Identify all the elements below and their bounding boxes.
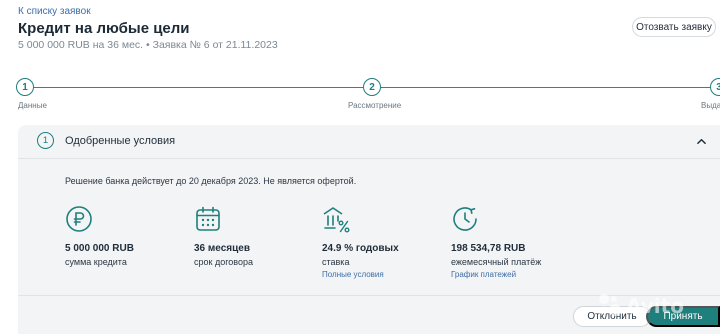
metric-term: 36 месяцев срок договора <box>194 205 253 267</box>
svg-text:Avito: Avito <box>626 294 684 318</box>
monthly-payment-value: 198 534,78 RUB <box>451 243 526 254</box>
payment-schedule-link[interactable]: График платежей <box>451 270 516 279</box>
metric-rate: 24.9 % годовых ставка Полные условия <box>322 205 399 279</box>
full-conditions-link[interactable]: Полные условия <box>322 270 384 279</box>
rate-caption: ставка <box>322 257 350 267</box>
step-connector <box>380 87 710 88</box>
progress-stepper: 1 Данные 2 Рассмотрение 3 Выда <box>0 78 720 110</box>
step-1-label: Данные <box>18 101 47 110</box>
step-3-circle: 3 <box>710 78 720 96</box>
step-connector <box>28 87 363 88</box>
term-caption: срок договора <box>194 257 253 267</box>
decision-notice: Решение банка действует до 20 декабря 20… <box>65 176 357 186</box>
rate-value: 24.9 % годовых <box>322 243 399 254</box>
application-subtitle: 5 000 000 RUB на 36 мес. • Заявка № 6 от… <box>18 39 278 51</box>
metric-monthly-payment: 198 534,78 RUB ежемесячный платёж График… <box>451 205 541 279</box>
step-1-circle: 1 <box>16 78 34 96</box>
metric-loan-amount: 5 000 000 RUB сумма кредита <box>65 205 134 267</box>
panel-number-badge: 1 <box>37 132 54 149</box>
panel-title: Одобренные условия <box>65 135 176 147</box>
chevron-up-icon[interactable] <box>697 137 706 146</box>
monthly-payment-caption: ежемесячный платёж <box>451 257 542 267</box>
term-value: 36 месяцев <box>194 243 250 254</box>
clock-icon <box>453 207 477 231</box>
step-2-circle: 2 <box>363 78 381 96</box>
avito-watermark-logo: Avito <box>599 294 684 318</box>
page-title: Кредит на любые цели <box>18 20 190 37</box>
back-to-applications-link[interactable]: К списку заявок <box>18 6 91 17</box>
ruble-icon <box>66 206 92 232</box>
step-3-label: Выда <box>701 101 720 110</box>
bank-percent-icon <box>323 207 350 233</box>
step-2-label: Рассмотрение <box>348 101 402 110</box>
loan-amount-caption: сумма кредита <box>65 257 127 267</box>
withdraw-application-button[interactable]: Отозвать заявку <box>632 17 716 37</box>
calendar-icon <box>196 206 220 231</box>
loan-amount-value: 5 000 000 RUB <box>65 243 134 254</box>
panel-header[interactable]: 1 Одобренные условия <box>18 125 720 159</box>
